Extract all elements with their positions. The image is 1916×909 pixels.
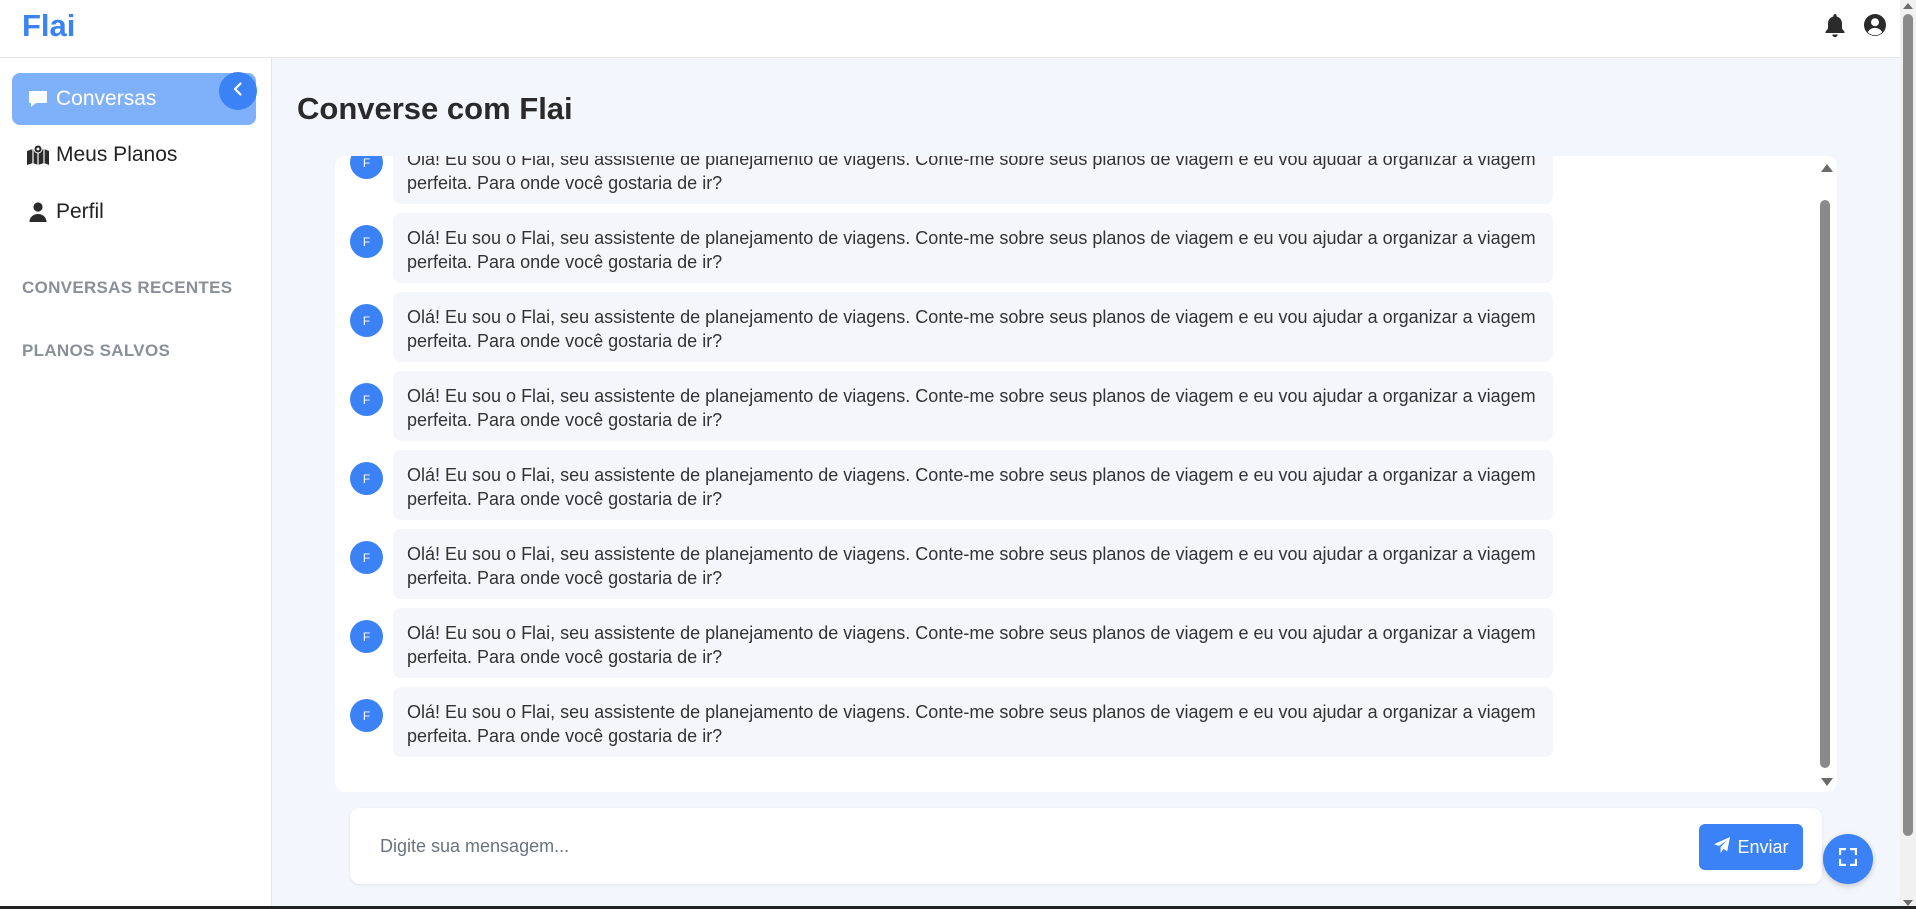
user-circle-icon[interactable] bbox=[1862, 12, 1888, 38]
chat-scrollbar[interactable] bbox=[1815, 156, 1837, 792]
scroll-up-icon[interactable] bbox=[1821, 164, 1833, 172]
comment-icon bbox=[26, 87, 50, 111]
scroll-down-icon[interactable] bbox=[1821, 778, 1833, 786]
map-icon bbox=[26, 143, 50, 167]
expand-icon bbox=[1838, 847, 1858, 871]
page-scrollbar[interactable] bbox=[1900, 0, 1916, 909]
top-bar: Flai bbox=[0, 0, 1900, 58]
scrollbar-thumb[interactable] bbox=[1820, 200, 1830, 768]
message-bubble: Olá! Eu sou o Flai, seu assistente de pl… bbox=[393, 213, 1553, 283]
sidebar-item-label: Meus Planos bbox=[56, 143, 178, 166]
main-content: Converse com Flai F Olá! Eu sou o Flai, … bbox=[272, 58, 1900, 909]
bell-icon[interactable] bbox=[1822, 12, 1848, 38]
paper-plane-icon bbox=[1713, 836, 1731, 859]
message-item: F Olá! Eu sou o Flai, seu assistente de … bbox=[335, 529, 1815, 599]
sidebar-item-meus-planos[interactable]: Meus Planos bbox=[12, 129, 256, 181]
bot-avatar: F bbox=[350, 462, 383, 495]
message-bubble: Olá! Eu sou o Flai, seu assistente de pl… bbox=[393, 156, 1553, 204]
message-item: F Olá! Eu sou o Flai, seu assistente de … bbox=[335, 156, 1815, 204]
message-item: F Olá! Eu sou o Flai, seu assistente de … bbox=[335, 687, 1815, 757]
send-button[interactable]: Enviar bbox=[1699, 824, 1803, 870]
send-button-label: Enviar bbox=[1737, 836, 1789, 857]
page-title: Converse com Flai bbox=[297, 91, 573, 126]
brand-logo[interactable]: Flai bbox=[22, 8, 75, 44]
message-item: F Olá! Eu sou o Flai, seu assistente de … bbox=[335, 450, 1815, 520]
user-icon bbox=[26, 200, 50, 224]
message-bubble: Olá! Eu sou o Flai, seu assistente de pl… bbox=[393, 687, 1553, 757]
message-item: F Olá! Eu sou o Flai, seu assistente de … bbox=[335, 213, 1815, 283]
chat-panel[interactable]: F Olá! Eu sou o Flai, seu assistente de … bbox=[335, 156, 1837, 792]
bot-avatar: F bbox=[350, 541, 383, 574]
sidebar-collapse-button[interactable] bbox=[219, 72, 257, 110]
message-bubble: Olá! Eu sou o Flai, seu assistente de pl… bbox=[393, 529, 1553, 599]
header-actions bbox=[1822, 12, 1888, 38]
bot-avatar: F bbox=[350, 699, 383, 732]
bot-avatar: F bbox=[350, 225, 383, 258]
message-composer: Enviar bbox=[350, 808, 1822, 884]
sidebar-item-label: Perfil bbox=[56, 200, 104, 223]
message-bubble: Olá! Eu sou o Flai, seu assistente de pl… bbox=[393, 608, 1553, 678]
message-input[interactable] bbox=[366, 824, 1706, 868]
message-item: F Olá! Eu sou o Flai, seu assistente de … bbox=[335, 371, 1815, 441]
fullscreen-button[interactable] bbox=[1823, 834, 1873, 884]
bot-avatar: F bbox=[350, 156, 383, 179]
sidebar-item-conversas[interactable]: Conversas bbox=[12, 73, 256, 125]
sidebar-item-perfil[interactable]: Perfil bbox=[12, 186, 256, 238]
message-item: F Olá! Eu sou o Flai, seu assistente de … bbox=[335, 292, 1815, 362]
page-scrollbar-thumb[interactable] bbox=[1903, 14, 1913, 836]
message-bubble: Olá! Eu sou o Flai, seu assistente de pl… bbox=[393, 450, 1553, 520]
sidebar-item-label: Conversas bbox=[56, 87, 157, 110]
section-title-recent-conversations: CONVERSAS RECENTES bbox=[22, 278, 233, 297]
message-bubble: Olá! Eu sou o Flai, seu assistente de pl… bbox=[393, 371, 1553, 441]
chevron-left-icon bbox=[231, 81, 245, 101]
message-bubble: Olá! Eu sou o Flai, seu assistente de pl… bbox=[393, 292, 1553, 362]
page-scroll-up-icon[interactable] bbox=[1903, 3, 1913, 9]
section-title-saved-plans: PLANOS SALVOS bbox=[22, 341, 171, 360]
message-item: F Olá! Eu sou o Flai, seu assistente de … bbox=[335, 608, 1815, 678]
bot-avatar: F bbox=[350, 620, 383, 653]
bot-avatar: F bbox=[350, 383, 383, 416]
bot-avatar: F bbox=[350, 304, 383, 337]
sidebar: Conversas Meus Planos Perfil CONVERSAS R… bbox=[0, 58, 272, 909]
